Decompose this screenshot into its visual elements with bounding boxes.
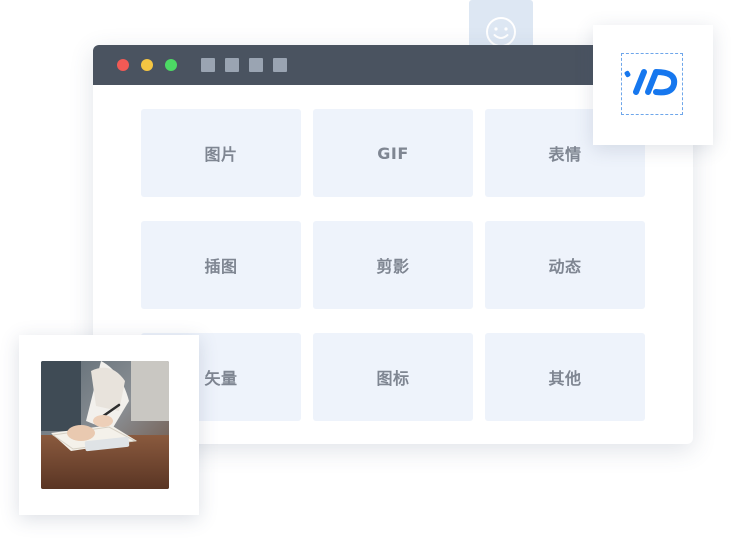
category-label: 剪影 (376, 257, 410, 276)
category-label: 插图 (204, 257, 238, 276)
category-label: 动态 (548, 257, 582, 276)
category-tile-pictures[interactable]: 图片 (141, 109, 301, 197)
category-tile-icons[interactable]: 图标 (313, 333, 473, 421)
maximize-window-button[interactable] (165, 59, 177, 71)
toolbar-square (201, 58, 215, 72)
category-label: GIF (377, 143, 409, 163)
brand-logo-icon (624, 69, 678, 96)
logo-card (593, 25, 713, 145)
category-tile-gif[interactable]: GIF (313, 109, 473, 197)
category-tile-silhouette[interactable]: 剪影 (313, 221, 473, 309)
category-label: 矢量 (204, 369, 238, 388)
category-tile-illustration[interactable]: 插图 (141, 221, 301, 309)
toolbar-square (273, 58, 287, 72)
minimize-window-button[interactable] (141, 59, 153, 71)
category-label: 图片 (204, 145, 238, 164)
category-tile-other[interactable]: 其他 (485, 333, 645, 421)
smiley-icon (486, 17, 516, 47)
photo-thumbnail (41, 361, 169, 489)
toolbar-square (249, 58, 263, 72)
category-label: 其他 (548, 369, 582, 388)
category-tile-animated[interactable]: 动态 (485, 221, 645, 309)
logo-selection-box (621, 53, 683, 115)
category-label: 表情 (548, 145, 582, 164)
close-window-button[interactable] (117, 59, 129, 71)
toolbar-square (225, 58, 239, 72)
category-label: 图标 (376, 369, 410, 388)
photo-card (19, 335, 199, 515)
